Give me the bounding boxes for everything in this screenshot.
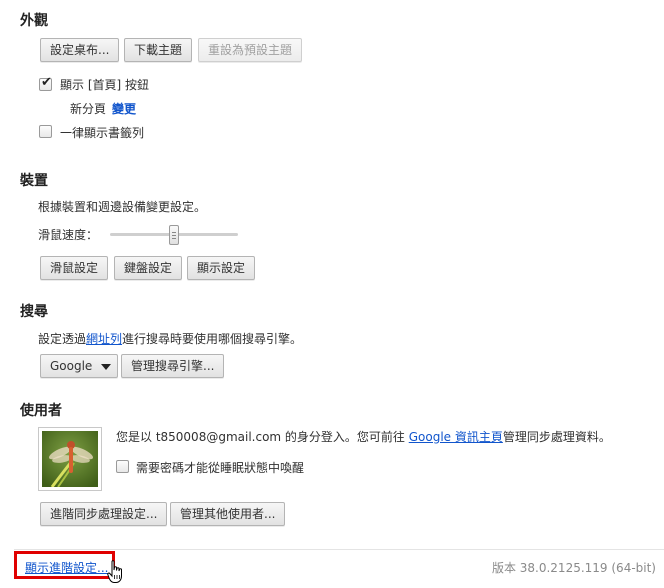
change-home-link[interactable]: 變更 <box>112 100 136 117</box>
signed-in-text: 您是以 t850008@gmail.com 的身分登入。您可前往 Google … <box>116 428 611 445</box>
advanced-sync-settings-button[interactable]: 進階同步處理設定... <box>40 502 168 526</box>
mouse-speed-label: 滑鼠速度： <box>38 228 99 242</box>
appearance-section-title: 外觀 <box>20 13 48 29</box>
search-description-prefix: 設定透過 <box>38 332 87 346</box>
reset-theme-button[interactable]: 重設為預設主題 <box>198 38 303 62</box>
search-engine-selected: Google <box>50 359 93 373</box>
manage-search-engines-button[interactable]: 管理搜尋引擎... <box>121 354 225 378</box>
version-text: 版本 38.0.2125.119 (64-bit) <box>491 561 656 575</box>
user-avatar <box>38 427 102 491</box>
set-wallpaper-button[interactable]: 設定桌布... <box>40 38 120 62</box>
search-description-suffix: 進行搜尋時要使用哪個搜尋引擎。 <box>122 332 303 346</box>
show-bookmarks-label: 一律顯示書籤列 <box>60 126 145 140</box>
omnibox-link[interactable]: 網址列 <box>86 332 122 346</box>
show-advanced-settings-link[interactable]: 顯示進階設定... <box>25 559 108 576</box>
search-engine-select[interactable]: Google <box>40 354 118 378</box>
search-section-title: 搜尋 <box>20 304 48 320</box>
signed-in-prefix: 您是以 t850008@gmail.com 的身分登入。您可前往 <box>116 430 409 444</box>
show-home-checkbox[interactable]: ✔ <box>39 75 52 91</box>
require-password-checkbox[interactable] <box>116 460 129 473</box>
get-themes-button[interactable]: 下載主題 <box>124 38 193 62</box>
display-settings-button[interactable]: 顯示設定 <box>187 256 256 280</box>
google-dashboard-link[interactable]: Google 資訊主頁 <box>409 430 503 444</box>
dropdown-arrow-icon <box>101 364 111 370</box>
hand-cursor-icon <box>107 560 122 583</box>
show-home-label: 顯示 [首頁] 按鈕 <box>60 78 149 92</box>
mouse-speed-slider-thumb[interactable] <box>169 225 179 245</box>
users-section-title: 使用者 <box>20 403 62 419</box>
devices-section-title: 裝置 <box>20 173 48 189</box>
devices-description: 根據裝置和週邊設備變更設定。 <box>38 200 207 214</box>
show-bookmarks-checkbox[interactable] <box>39 125 52 138</box>
footer-divider <box>14 549 664 550</box>
manage-other-users-button[interactable]: 管理其他使用者... <box>170 502 286 526</box>
signed-in-suffix: 管理同步處理資料。 <box>502 430 611 444</box>
search-description: 設定透過網址列進行搜尋時要使用哪個搜尋引擎。 <box>38 330 302 347</box>
keyboard-settings-button[interactable]: 鍵盤設定 <box>114 256 183 280</box>
new-tab-label: 新分頁 <box>70 102 107 116</box>
dragonfly-avatar-icon <box>42 431 98 488</box>
checkmark-icon: ✔ <box>41 75 52 90</box>
mouse-settings-button[interactable]: 滑鼠設定 <box>40 256 109 280</box>
require-password-label: 需要密碼才能從睡眠狀態中喚醒 <box>136 461 305 475</box>
